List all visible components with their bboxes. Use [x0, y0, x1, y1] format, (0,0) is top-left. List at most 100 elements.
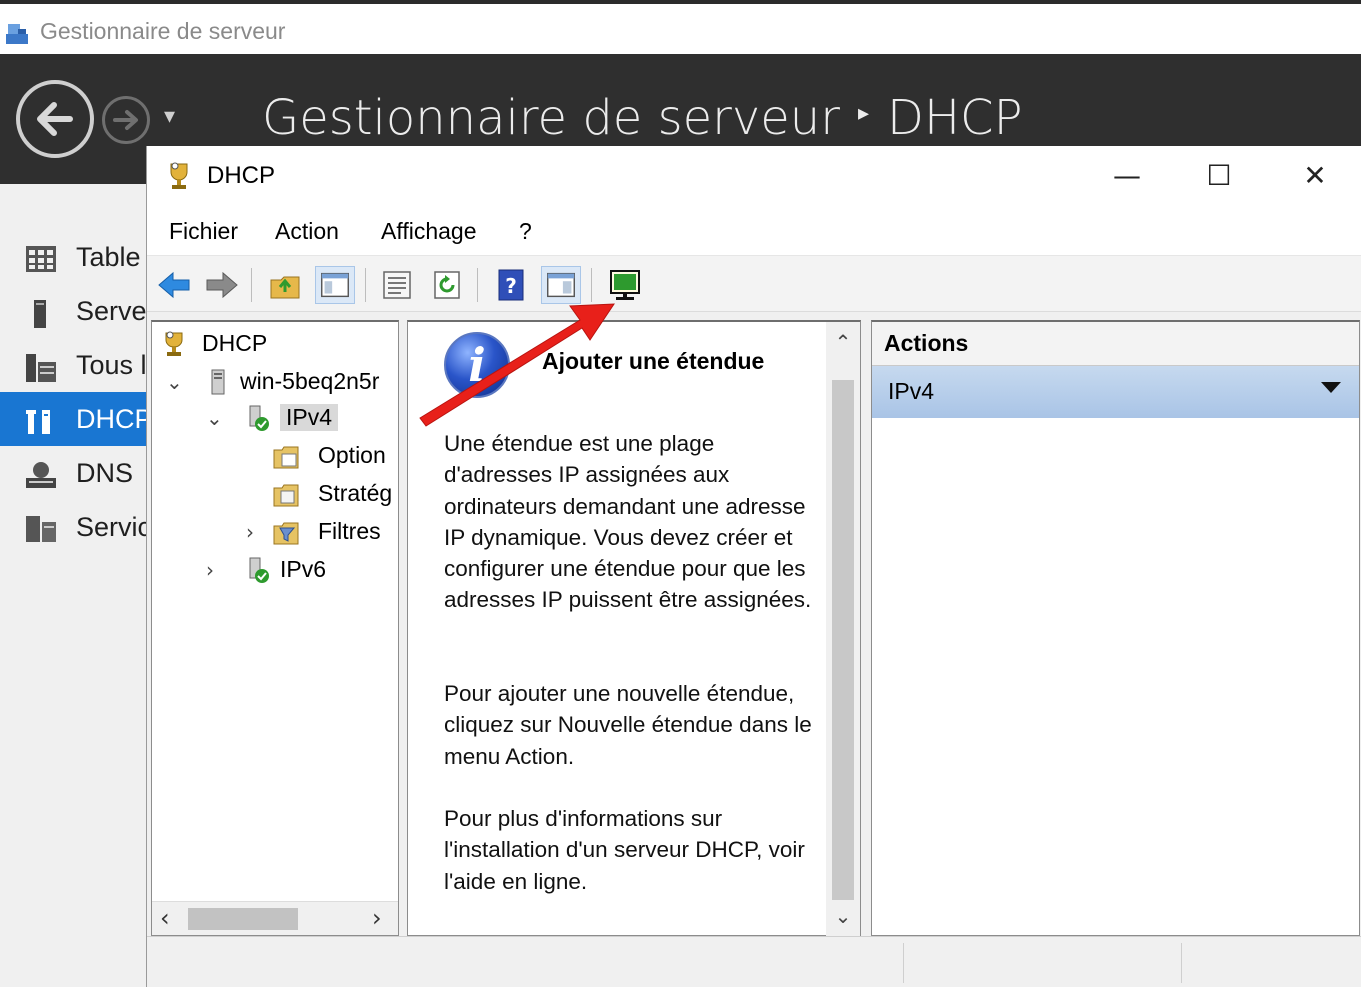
dhcp-window-title: DHCP [207, 162, 276, 189]
server-manager-sidebar: Table Serve Tous l DHCP DNS Servic [0, 184, 153, 987]
sidebar-item-label: Table [76, 242, 141, 272]
svg-text:?: ? [505, 274, 517, 298]
minimize-button[interactable]: — [1097, 156, 1157, 196]
scroll-right-icon[interactable]: › [372, 904, 382, 932]
local-server-icon [34, 300, 46, 328]
chevron-down-icon[interactable]: ⌄ [166, 370, 184, 394]
toolbar: ? [147, 256, 1361, 312]
result-pane: i Ajouter une étendue Une étendue est un… [407, 320, 861, 936]
sidebar-item-file-services[interactable]: Servic [0, 500, 152, 554]
breadcrumb-root[interactable]: Gestionnaire de serveur [262, 90, 840, 146]
chevron-right-icon[interactable]: › [246, 520, 264, 544]
sidebar-item-label: Serve [76, 296, 147, 326]
scroll-down-icon[interactable]: ⌄ [826, 904, 860, 928]
sidebar-item-label: DNS [76, 458, 134, 488]
history-dropdown[interactable]: ▾ [164, 104, 175, 129]
menu-file[interactable]: Fichier [169, 218, 238, 245]
menu-action[interactable]: Action [275, 218, 339, 245]
result-pane-title: Ajouter une étendue [542, 348, 765, 374]
show-action-pane-icon[interactable] [541, 266, 581, 304]
actions-section-ipv4[interactable]: IPv4 [872, 366, 1359, 418]
ip-server-check-icon [249, 557, 269, 583]
arrow-right-icon [113, 110, 138, 130]
tree-node-label: win-5beq2n5r [240, 368, 380, 394]
close-button[interactable]: ✕ [1285, 156, 1345, 196]
chevron-down-icon: ▾ [164, 104, 176, 129]
policies-folder-icon [273, 484, 299, 507]
back-button[interactable] [16, 80, 94, 158]
options-folder-icon [273, 446, 299, 469]
breadcrumb-current: DHCP [887, 90, 1023, 146]
menu-bar: Fichier Action Affichage ? [147, 208, 1361, 256]
up-folder-icon[interactable] [265, 266, 305, 304]
tree-node-label: Filtres [318, 518, 381, 544]
menu-view[interactable]: Affichage [381, 218, 476, 245]
dhcp-role-icon [26, 410, 50, 434]
dhcp-trophy-icon [165, 331, 183, 356]
display-statistics-icon[interactable] [605, 266, 645, 304]
sidebar-item-label: DHCP [76, 404, 153, 434]
dhcp-console-window: DHCP — ☐ ✕ Fichier Action Affichage ? ? … [146, 146, 1361, 987]
actions-pane: Actions IPv4 [871, 320, 1360, 936]
help-paragraph-1: Une étendue est une plage d'adresses IP … [444, 431, 812, 613]
refresh-icon[interactable] [427, 266, 467, 304]
scroll-left-icon[interactable]: ‹ [160, 904, 170, 932]
help-paragraph-2: Pour ajouter une nouvelle étendue, cliqu… [444, 681, 812, 769]
status-divider [903, 943, 904, 983]
properties-icon[interactable] [377, 266, 417, 304]
server-manager-titlebar: Gestionnaire de serveur [0, 0, 1361, 54]
dashboard-icon [26, 246, 56, 272]
console-panes: DHCP ⌄ win-5beq2n5r ⌄ IPv4 Option Straté… [147, 312, 1361, 936]
actions-header-label: Actions [884, 330, 969, 356]
dhcp-window-titlebar: DHCP — ☐ ✕ [147, 146, 1361, 208]
maximize-button[interactable]: ☐ [1189, 156, 1249, 196]
result-vertical-scrollbar[interactable]: ⌃ ⌄ [826, 322, 860, 936]
tree-node-label: Option [318, 442, 386, 468]
tree-node-server[interactable]: ⌄ win-5beq2n5r [166, 364, 398, 400]
tree-node-label: DHCP [202, 330, 268, 356]
console-tree: DHCP ⌄ win-5beq2n5r ⌄ IPv4 Option Straté… [151, 320, 399, 936]
dns-role-icon [26, 462, 56, 488]
sidebar-item-label: Tous l [76, 350, 147, 380]
sidebar-item-label: Servic [76, 512, 152, 542]
caret-down-icon[interactable] [1321, 382, 1341, 393]
scrollbar-thumb[interactable] [188, 908, 298, 930]
tree-node-label: Stratég [318, 480, 393, 506]
file-services-icon [26, 516, 56, 542]
toolbar-separator [365, 268, 366, 302]
sidebar-item-all-servers[interactable]: Tous l [0, 338, 148, 392]
status-divider [1181, 943, 1182, 983]
server-manager-icon [6, 24, 28, 44]
all-servers-icon [26, 354, 56, 382]
tree-node-label: IPv4 [280, 404, 339, 431]
ip-server-check-icon [249, 405, 269, 431]
tree-horizontal-scrollbar[interactable]: ‹ › [152, 901, 398, 935]
dhcp-trophy-icon [170, 162, 188, 189]
breadcrumb-separator-icon: ▸ [857, 100, 869, 126]
back-arrow-icon[interactable] [155, 266, 195, 304]
sidebar-item-dns[interactable]: DNS [0, 446, 148, 500]
sidebar-item-local-server[interactable]: Serve [0, 284, 148, 338]
sidebar-item-dhcp[interactable]: DHCP [0, 392, 153, 446]
actions-section-label: IPv4 [888, 378, 935, 404]
chevron-down-icon[interactable]: ⌄ [206, 406, 224, 430]
sidebar-item-dashboard[interactable]: Table [0, 230, 148, 284]
tree-node-label: IPv6 [280, 556, 327, 582]
actions-header: Actions [872, 322, 1359, 366]
toolbar-separator [477, 268, 478, 302]
scroll-up-icon[interactable]: ⌃ [826, 330, 860, 354]
window-title: Gestionnaire de serveur [40, 18, 286, 44]
menu-help[interactable]: ? [519, 218, 532, 245]
forward-arrow-icon[interactable] [201, 266, 241, 304]
toolbar-separator [591, 268, 592, 302]
arrow-left-icon [37, 102, 73, 136]
status-bar [147, 936, 1361, 987]
scrollbar-thumb[interactable] [832, 380, 854, 900]
toolbar-separator [251, 268, 252, 302]
help-paragraph-3: Pour plus d'informations sur l'installat… [444, 806, 805, 894]
show-console-tree-icon[interactable] [315, 266, 355, 304]
chevron-right-icon[interactable]: › [206, 558, 224, 582]
help-icon[interactable]: ? [491, 266, 531, 304]
forward-button[interactable] [102, 96, 150, 144]
filter-folder-icon [273, 522, 299, 545]
